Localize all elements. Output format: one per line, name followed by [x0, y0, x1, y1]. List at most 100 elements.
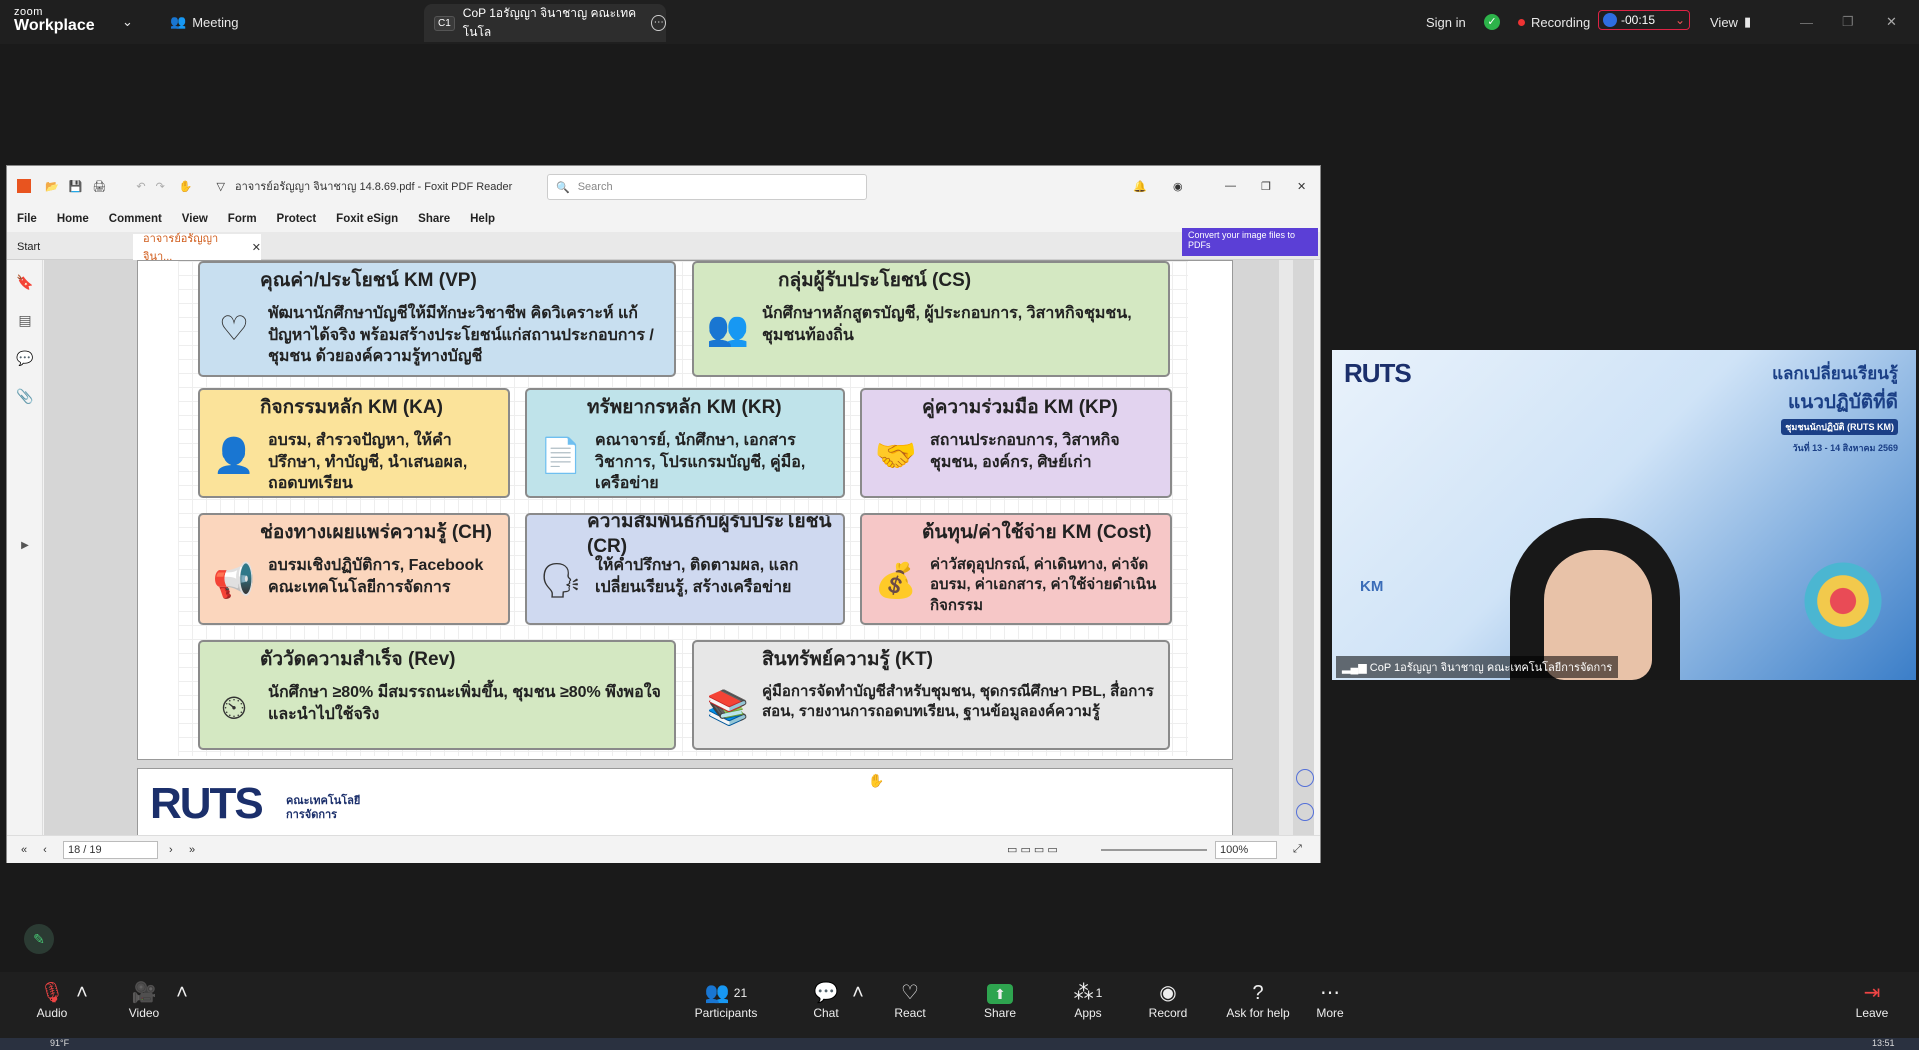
- timer-icon: [1603, 13, 1617, 27]
- undo-icon[interactable]: ↶: [136, 180, 145, 193]
- participant-video-tile[interactable]: RUTS แลกเปลี่ยนเรียนรู้ แนวปฏิบัติที่ดี …: [1332, 350, 1916, 680]
- menu-help[interactable]: Help: [470, 213, 495, 225]
- comment-icon[interactable]: 💬: [16, 350, 34, 368]
- more-options-icon[interactable]: ⋯: [651, 15, 666, 31]
- recording-label: Recording: [1531, 14, 1591, 30]
- active-meeting-tab[interactable]: C1 CoP 1อรัญญา จินาชาญ คณะเทคโนโล ⋯: [424, 4, 666, 42]
- menu-protect[interactable]: Protect: [277, 213, 317, 225]
- convert-banner[interactable]: Convert your image files to PDFs: [1182, 228, 1318, 256]
- video-options-chevron[interactable]: ˄: [172, 980, 192, 1006]
- bookmark-icon[interactable]: 🔖: [16, 274, 34, 292]
- page-number-input[interactable]: 18 / 19: [63, 841, 158, 859]
- prev-page-icon[interactable]: ‹: [43, 844, 47, 856]
- foxit-pdf-window: 📂 💾 🖨 ↶ ↷ ✋ ▽ อาจารย์อรัญญา จินาชาญ 14.8…: [6, 165, 1321, 863]
- pdf-close-icon[interactable]: ✕: [1297, 180, 1306, 193]
- audio-options-chevron[interactable]: ˄: [72, 980, 92, 1006]
- banner-line-1: แลกเปลี่ยนเรียนรู้: [1772, 364, 1898, 383]
- pdf-title-bar: 📂 💾 🖨 ↶ ↷ ✋ ▽ อาจารย์อรัญญา จินาชาญ 14.8…: [7, 166, 1320, 206]
- pages-icon[interactable]: ▤: [16, 312, 34, 330]
- pdf-tab-strip: Start อาจารย์อรัญญา จินา... ✕: [7, 232, 1320, 263]
- menu-comment[interactable]: Comment: [109, 213, 162, 225]
- leave-button[interactable]: ⇥ Leave: [1832, 980, 1912, 1020]
- recording-dot-icon: [1518, 18, 1525, 26]
- conversation-icon: 🗣: [539, 562, 583, 600]
- menu-home[interactable]: Home: [57, 213, 89, 225]
- weather-temp: 91°F: [50, 1038, 70, 1048]
- chat-label: Chat: [813, 1006, 839, 1020]
- annotate-pen-button[interactable]: ✎: [24, 924, 54, 954]
- zoom-logo-bottom: Workplace: [14, 17, 95, 34]
- tab-start[interactable]: Start: [7, 234, 131, 260]
- participants-button[interactable]: 👥 21 Participants: [676, 980, 776, 1020]
- language-icon[interactable]: [1296, 803, 1314, 821]
- documents-icon: 📄: [539, 437, 583, 475]
- pdf-document-area[interactable]: คุณค่า/ประโยชน์ KM (VP) ♡ พัฒนานักศึกษาบ…: [44, 260, 1314, 835]
- zoom-level-input[interactable]: 100%: [1215, 841, 1277, 859]
- redo-icon[interactable]: ↷: [156, 180, 165, 193]
- menu-foxit-esign[interactable]: Foxit eSign: [336, 213, 398, 225]
- print-icon[interactable]: 🖨: [92, 180, 106, 193]
- record-icon: ◉: [1159, 982, 1177, 1004]
- chat-options-chevron[interactable]: ˄: [848, 980, 868, 1006]
- participants-label: Participants: [694, 1006, 758, 1020]
- ai-assistant-icon[interactable]: [1296, 769, 1314, 787]
- participant-name-tag: ▂▄▆ CoP 1อรัญญา จินาชาญ คณะเทคโนโลยีการจ…: [1336, 656, 1619, 678]
- ruts-logo: RUTS: [150, 779, 264, 828]
- group-icon: 👥: [706, 310, 750, 348]
- view-button[interactable]: View ▮: [1710, 0, 1751, 44]
- account-icon[interactable]: ◉: [1173, 180, 1183, 193]
- card-kr-title: ทรัพยากรหลัก KM (KR): [587, 397, 782, 418]
- chevron-down-icon[interactable]: ⌄: [1675, 13, 1685, 27]
- bell-icon[interactable]: 🔔: [1133, 180, 1147, 193]
- workplace-dropdown[interactable]: ⌄: [122, 0, 133, 44]
- menu-view[interactable]: View: [182, 213, 208, 225]
- save-icon[interactable]: 💾: [69, 180, 83, 193]
- security-shield-icon[interactable]: ✓: [1484, 0, 1500, 44]
- record-button[interactable]: ◉ Record: [1128, 980, 1208, 1020]
- meeting-tab[interactable]: 👥 Meeting: [170, 0, 238, 44]
- maximize-button[interactable]: ❐: [1842, 0, 1854, 44]
- next-page-icon[interactable]: ›: [169, 844, 173, 856]
- scroll-handle[interactable]: [1279, 260, 1293, 835]
- card-cs-title: กลุ่มผู้รับประโยชน์ (CS): [778, 270, 972, 291]
- tab-close-icon[interactable]: ✕: [252, 241, 261, 254]
- last-page-icon[interactable]: »: [189, 844, 195, 856]
- tab-badge: C1: [434, 15, 455, 31]
- banner-line-3: ชุมชนนักปฏิบัติ (RUTS KM): [1781, 419, 1898, 435]
- recording-timer[interactable]: -00:15 ⌄: [1598, 10, 1690, 30]
- zoom-slider[interactable]: [1101, 849, 1207, 851]
- pdf-restore-button[interactable]: ❐: [1261, 180, 1271, 193]
- menu-form[interactable]: Form: [228, 213, 257, 225]
- more-icon: ⋯: [1320, 982, 1340, 1004]
- minimize-button[interactable]: —: [1800, 0, 1813, 44]
- attachment-icon[interactable]: 📎: [16, 388, 34, 406]
- expand-panel-icon[interactable]: ▶: [16, 540, 34, 558]
- sign-in-button[interactable]: Sign in: [1426, 0, 1466, 44]
- zoom-level: 100%: [1220, 844, 1249, 856]
- pdf-search-input[interactable]: 🔍 Search: [547, 174, 867, 200]
- sign-in-label: Sign in: [1426, 14, 1466, 30]
- windows-taskbar: 91°F 13:51: [0, 1038, 1919, 1050]
- open-folder-icon[interactable]: 📂: [45, 180, 59, 193]
- more-button[interactable]: ⋯ More: [1290, 980, 1370, 1020]
- menu-file[interactable]: File: [17, 213, 37, 225]
- card-cs: กลุ่มผู้รับประโยชน์ (CS) 👥 นักศึกษาหลักส…: [692, 261, 1170, 377]
- faculty-line-2: การจัดการ: [286, 809, 338, 821]
- first-page-icon[interactable]: «: [21, 844, 27, 856]
- recording-indicator[interactable]: Recording: [1518, 0, 1590, 44]
- card-cr: ความสัมพันธ์กับผู้รับประโยชน์ (CR) 🗣 ให้…: [525, 513, 845, 625]
- view-icon: ▮: [1743, 14, 1752, 29]
- hand-tool-icon[interactable]: ✋: [179, 180, 193, 193]
- apps-button[interactable]: ⁂ 1 Apps: [1048, 980, 1128, 1020]
- participants-count: 21: [733, 986, 748, 1000]
- card-kp: คู่ความร่วมมือ KM (KP) 🤝 สถานประกอบการ, …: [860, 388, 1172, 498]
- pdf-minimize-button[interactable]: —: [1225, 180, 1236, 192]
- tab-document[interactable]: อาจารย์อรัญญา จินา... ✕: [133, 233, 261, 263]
- customize-icon[interactable]: ▽: [217, 180, 225, 193]
- menu-share[interactable]: Share: [418, 213, 450, 225]
- close-icon[interactable]: ✕: [1886, 0, 1897, 44]
- react-button[interactable]: ♡ React: [870, 980, 950, 1020]
- view-mode-icon[interactable]: ▭ ▭ ▭ ▭: [1007, 843, 1058, 856]
- share-button[interactable]: ⬆ Share: [960, 980, 1040, 1020]
- fullscreen-icon[interactable]: ⤢: [1293, 843, 1302, 856]
